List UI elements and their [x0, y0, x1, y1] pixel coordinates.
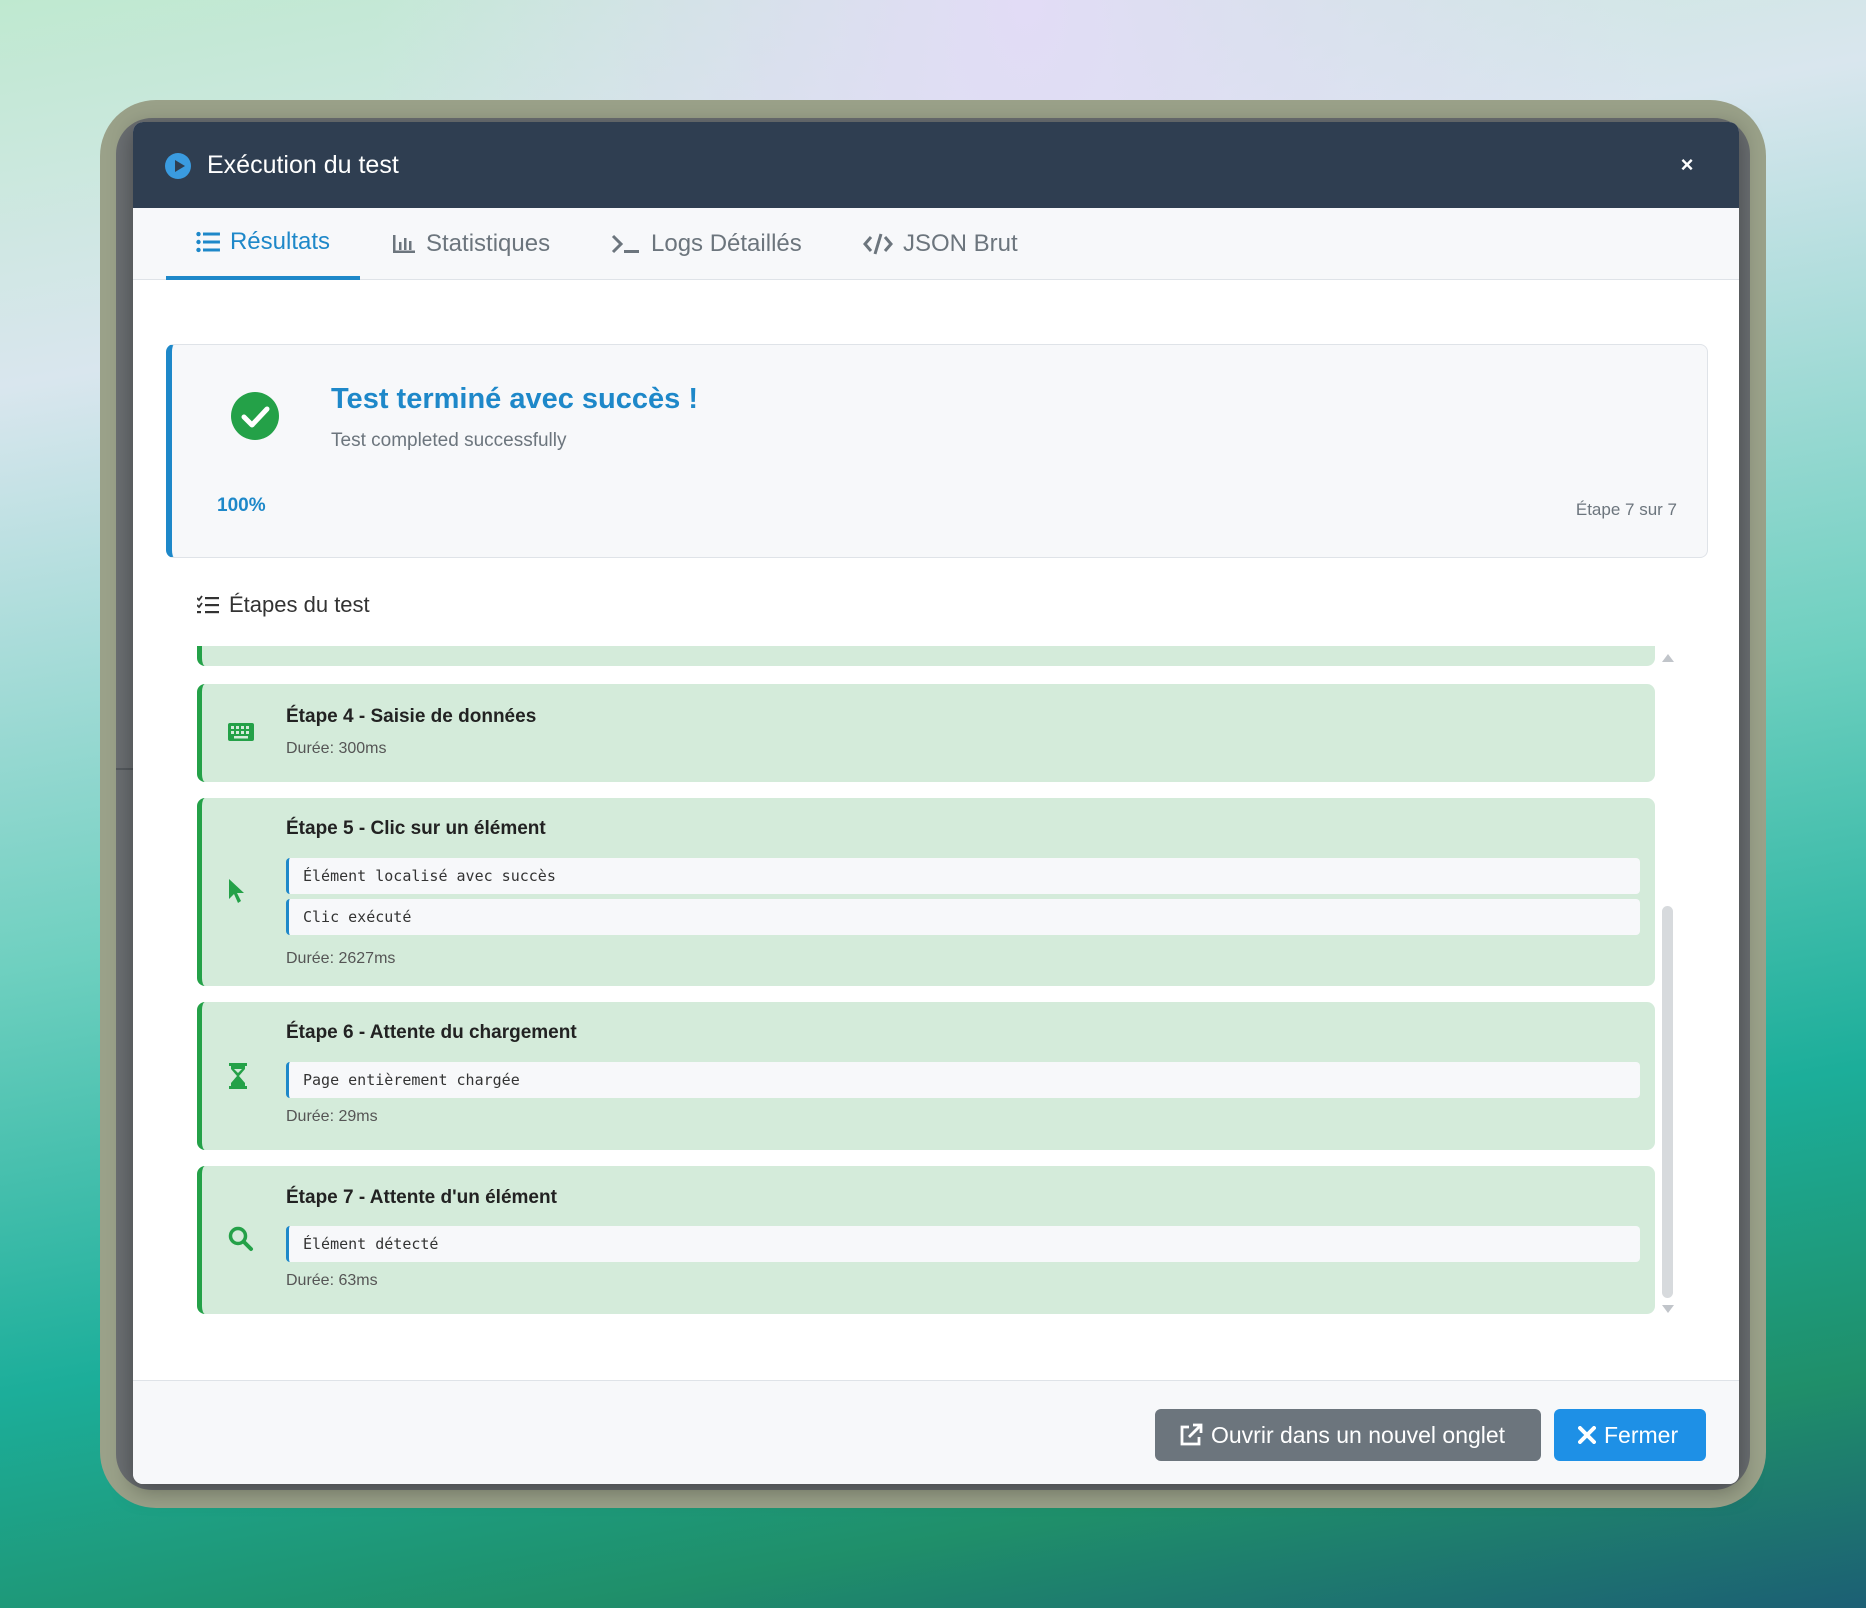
log-line: Élément localisé avec succès [286, 858, 1640, 894]
step-name: Étape 7 - Attente d'un élément [286, 1187, 557, 1208]
scrollbar-thumb[interactable] [1662, 906, 1673, 1298]
step-duration: Durée: 300ms [286, 740, 387, 757]
step-counter: Étape 7 sur 7 [1575, 500, 1677, 519]
step-item: Étape 7 - Attente d'un élément Élément d… [197, 1166, 1655, 1314]
close-x-icon [1578, 1426, 1596, 1444]
modal-title: Exécution du test [207, 151, 399, 179]
close-button[interactable]: Fermer [1554, 1409, 1706, 1461]
tab-logs[interactable]: Logs Détaillés [611, 208, 802, 280]
check-circle-icon [231, 392, 279, 440]
play-circle-icon [165, 153, 191, 179]
open-new-tab-label: Ouvrir dans un nouvel onglet [1211, 1421, 1506, 1448]
code-icon [863, 233, 893, 255]
step-name: Étape 5 - Clic sur un élément [286, 818, 546, 839]
log-line: Page entièrement chargée [286, 1062, 1640, 1098]
tab-label: Statistiques [426, 230, 551, 257]
keyboard-icon [228, 723, 254, 741]
status-title: Test terminé avec succès ! [331, 383, 698, 415]
step-item: Étape 6 - Attente du chargement Page ent… [197, 1002, 1655, 1150]
scroll-down-arrow[interactable] [1662, 1305, 1674, 1313]
tab-statistics[interactable]: Statistiques [392, 208, 550, 280]
steps-heading: Étapes du test [197, 592, 370, 618]
progress-percent: 100% [217, 495, 266, 516]
test-execution-modal: Exécution du test × Résultats Statistiqu… [133, 122, 1739, 1484]
step-duration: Durée: 29ms [286, 1108, 378, 1125]
tab-label: JSON Brut [903, 230, 1018, 257]
bar-chart-icon [393, 235, 415, 253]
search-icon [228, 1226, 253, 1251]
step-duration: Durée: 63ms [286, 1272, 378, 1289]
open-new-tab-button[interactable]: Ouvrir dans un nouvel onglet [1155, 1409, 1541, 1461]
modal-footer: Ouvrir dans un nouvel onglet Fermer [133, 1380, 1739, 1484]
hourglass-icon [229, 1063, 247, 1089]
step-item-partial [197, 646, 1655, 666]
log-line: Élément détecté [286, 1226, 1640, 1262]
step-name: Étape 6 - Attente du chargement [286, 1022, 577, 1043]
status-subtitle: Test completed successfully [331, 430, 567, 451]
task-list-icon [197, 595, 219, 614]
modal-header: Exécution du test × [133, 122, 1739, 208]
tab-label: Résultats [229, 228, 330, 255]
log-line: Clic exécuté [286, 899, 1640, 935]
terminal-icon [611, 234, 639, 254]
step-duration: Durée: 2627ms [286, 950, 396, 967]
status-card: Test terminé avec succès ! Test complete… [166, 344, 1708, 558]
tab-label: Logs Détaillés [651, 230, 802, 257]
tab-json[interactable]: JSON Brut [863, 208, 1018, 280]
scroll-up-arrow[interactable] [1662, 654, 1674, 662]
steps-list[interactable]: Étape 4 - Saisie de données Durée: 300ms… [197, 646, 1659, 1318]
cursor-icon [229, 879, 244, 903]
step-item: Étape 5 - Clic sur un élément Élément lo… [197, 798, 1655, 986]
step-name: Étape 4 - Saisie de données [286, 706, 537, 727]
close-button-label: Fermer [1604, 1421, 1679, 1448]
tab-results[interactable]: Résultats [166, 208, 360, 280]
steps-heading-label: Étapes du test [229, 592, 370, 617]
step-item: Étape 4 - Saisie de données Durée: 300ms [197, 684, 1655, 782]
list-icon [196, 231, 220, 253]
close-icon[interactable]: × [1675, 152, 1699, 178]
tab-bar: Résultats Statistiques Logs Détaillés JS… [133, 208, 1739, 280]
external-link-icon [1180, 1423, 1203, 1446]
